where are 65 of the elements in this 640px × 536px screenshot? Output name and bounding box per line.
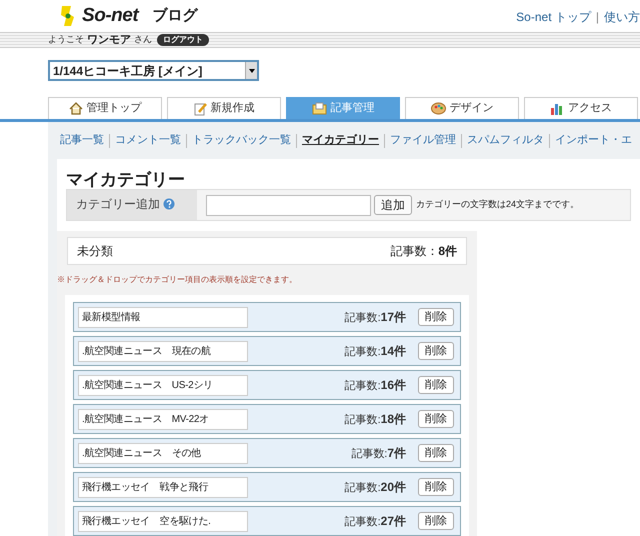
document-folder-icon: [312, 102, 326, 114]
category-name-field[interactable]: .航空関連ニュース MV-22オ: [78, 408, 248, 430]
subnav-link[interactable]: マイカテゴリー: [302, 132, 379, 149]
palette-icon: [430, 102, 446, 115]
dropdown-caret-icon: [248, 68, 254, 72]
article-count: 記事数：8件: [390, 243, 457, 260]
category-row[interactable]: 飛行機エッセイ 空を駆けた. 記事数:27件 削除: [73, 506, 461, 536]
nav-tab[interactable]: 新規作成: [167, 97, 281, 119]
logo-mark-icon: [60, 5, 76, 27]
article-count: 記事数:27件: [344, 512, 406, 530]
nav-tab[interactable]: 管理トップ: [48, 97, 162, 119]
article-count: 記事数:18件: [344, 410, 406, 428]
category-row[interactable]: .航空関連ニュース US-2シリ 記事数:16件 削除: [73, 370, 461, 400]
welcome-text: ようこそ: [48, 33, 84, 46]
delete-button[interactable]: 削除: [418, 376, 454, 394]
delete-button[interactable]: 削除: [418, 308, 454, 326]
category-row[interactable]: 最新模型情報 記事数:17件 削除: [73, 302, 461, 332]
subnav-link[interactable]: スパムフィルタ: [467, 132, 544, 149]
add-button[interactable]: 追加: [374, 195, 412, 215]
article-count: 記事数:20件: [344, 478, 406, 496]
brand-logo-text: So-net: [82, 4, 138, 28]
article-count: 記事数:16件: [344, 376, 406, 394]
delete-button[interactable]: 削除: [418, 410, 454, 428]
article-count: 記事数:7件: [351, 444, 406, 462]
honorific-text: さん: [134, 33, 152, 46]
category-name-field[interactable]: 飛行機エッセイ 戦争と飛行: [78, 476, 248, 498]
user-name: ワンモア: [87, 32, 131, 48]
category-row[interactable]: .航空関連ニュース MV-22オ 記事数:18件 削除: [73, 404, 461, 434]
category-name-field[interactable]: 飛行機エッセイ 空を駆けた.: [78, 510, 248, 532]
category-name-field[interactable]: .航空関連ニュース 現在の航: [78, 340, 248, 362]
subnav-link[interactable]: コメント一覧: [115, 132, 181, 149]
category-name-field[interactable]: 最新模型情報: [78, 306, 248, 328]
nav-tab[interactable]: デザイン: [405, 97, 519, 119]
header-link[interactable]: 使い方: [604, 8, 640, 26]
category-row[interactable]: 飛行機エッセイ 戦争と飛行 記事数:20件 削除: [73, 472, 461, 502]
header-link[interactable]: So-net トップ: [516, 8, 591, 26]
note-text: カテゴリーの文字数は24文字までです。: [416, 198, 580, 212]
subnav-link[interactable]: ファイル管理: [390, 132, 456, 149]
delete-button[interactable]: 削除: [418, 478, 454, 496]
delete-button[interactable]: 削除: [418, 444, 454, 462]
help-icon[interactable]: [163, 198, 175, 210]
product-name: ブログ: [152, 6, 198, 26]
subnav-link[interactable]: インポート・エ: [555, 132, 632, 149]
logout-button[interactable]: ログアウト: [157, 34, 209, 46]
drag-note: ※ドラッグ＆ドロップでカテゴリー項目の表示順を設定できます。: [57, 274, 298, 286]
subnav-link[interactable]: トラックバック一覧: [192, 132, 291, 149]
category-row[interactable]: .航空関連ニュース 現在の航 記事数:14件 削除: [73, 336, 461, 366]
notepad-pencil-icon: [194, 102, 206, 116]
bar-chart-icon: [550, 102, 564, 115]
delete-button[interactable]: 削除: [418, 342, 454, 360]
link-separator: |: [596, 9, 599, 26]
delete-button[interactable]: 削除: [418, 512, 454, 530]
category-name: 未分類: [77, 243, 113, 260]
blog-select[interactable]: 1/144ヒコーキ工房 [メイン]: [48, 60, 259, 81]
category-name-field[interactable]: .航空関連ニュース その他: [78, 442, 248, 464]
category-row[interactable]: .航空関連ニュース その他 記事数:7件 削除: [73, 438, 461, 468]
article-count: 記事数:17件: [344, 308, 406, 326]
category-name-input[interactable]: [206, 194, 371, 216]
subnav-link[interactable]: 記事一覧: [60, 132, 104, 149]
category-name-field[interactable]: .航空関連ニュース US-2シリ: [78, 374, 248, 396]
article-count: 記事数:14件: [344, 342, 406, 360]
page-title: マイカテゴリー: [66, 169, 186, 189]
house-icon: [68, 102, 82, 115]
field-label: カテゴリー追加: [76, 196, 160, 213]
nav-tab[interactable]: アクセス: [524, 97, 638, 119]
